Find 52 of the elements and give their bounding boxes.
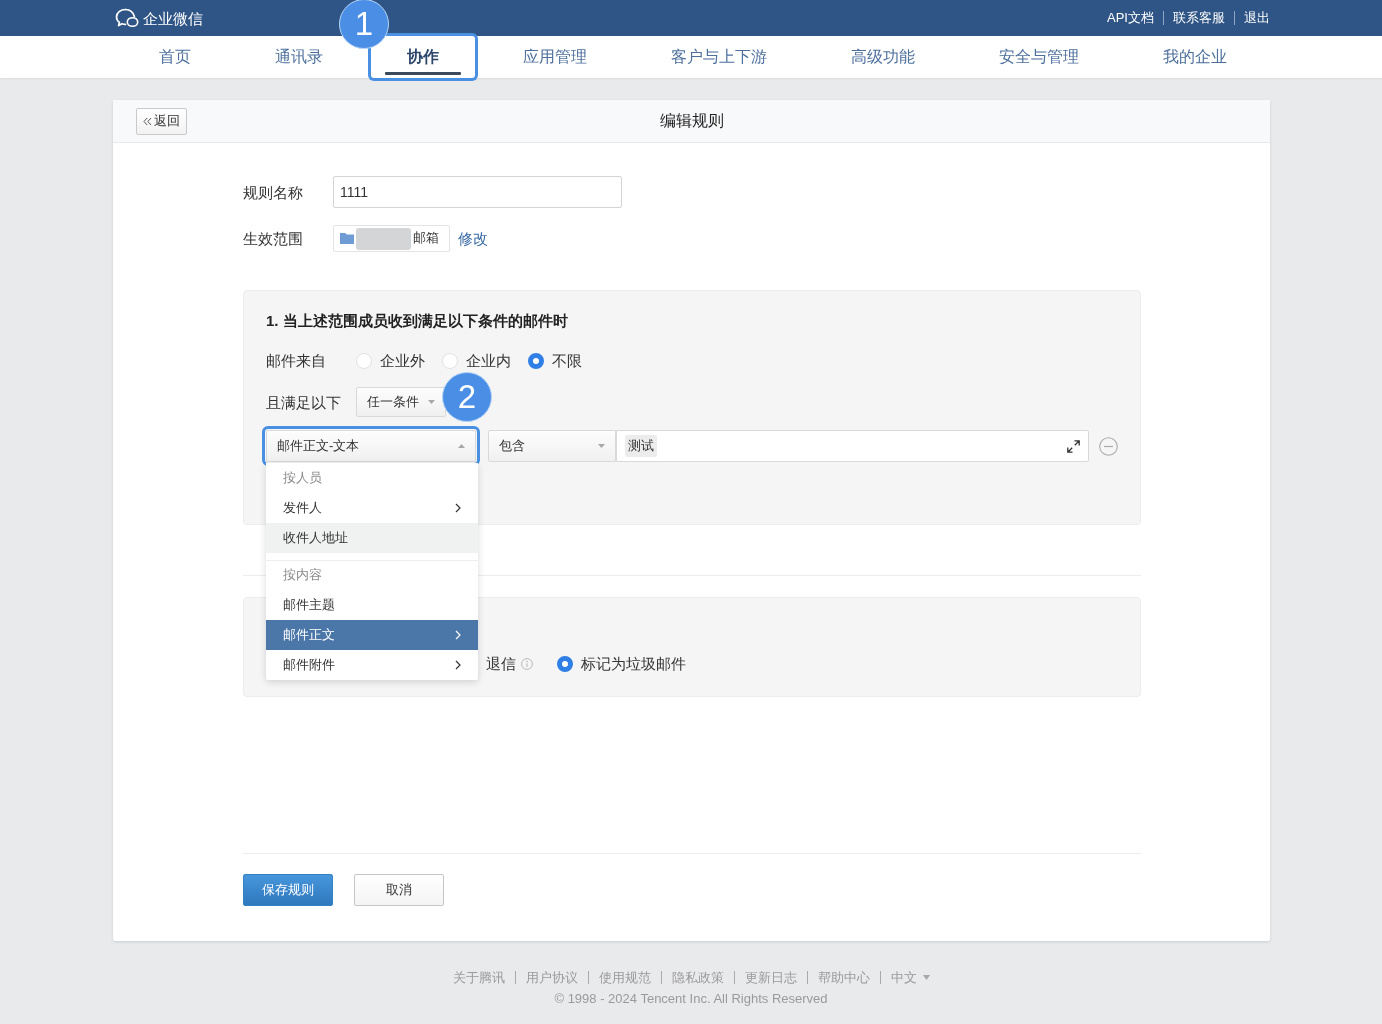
operator-select[interactable]: 包含 <box>488 430 616 462</box>
back-button[interactable]: 返回 <box>136 107 187 135</box>
caret-up-icon <box>458 444 465 448</box>
menu-item[interactable]: 收件人地址 <box>266 523 478 553</box>
radio-button[interactable] <box>528 352 544 369</box>
radio-label[interactable]: 企业外 <box>380 350 425 371</box>
menu-item[interactable]: 邮件主题 <box>266 590 478 620</box>
field-label: 且满足以下 <box>266 392 342 413</box>
value-tag[interactable]: 测试 <box>624 435 657 457</box>
field-label: 邮件来自 <box>266 351 327 371</box>
scope-value: 邮箱 <box>413 229 439 248</box>
radio-button[interactable] <box>557 655 573 672</box>
nav-tab[interactable]: 客户与上下游 <box>635 36 803 78</box>
callout-marker: 2 <box>442 372 492 422</box>
value-field[interactable]: 测试 <box>615 430 1089 462</box>
chat-bubbles-icon <box>115 8 140 28</box>
menu-item[interactable]: 邮件正文 <box>266 620 478 650</box>
header-link[interactable]: API文档 <box>1098 11 1163 25</box>
radio-label[interactable]: 不限 <box>552 350 582 371</box>
nav-tab[interactable]: 安全与管理 <box>963 36 1115 78</box>
header-link[interactable]: 退出 <box>1234 11 1270 25</box>
page-title: 编辑规则 <box>659 110 724 131</box>
caret-down-icon <box>922 975 930 980</box>
logo-text: 企业微信 <box>143 8 203 29</box>
field-label: 生效范围 <box>243 229 304 249</box>
remove-circle-icon[interactable] <box>1099 436 1118 456</box>
nav-tab[interactable]: 应用管理 <box>487 36 623 78</box>
nav-tab[interactable]: 高级功能 <box>815 36 951 78</box>
nav-tab[interactable]: 我的企业 <box>1127 36 1263 78</box>
caret-down-icon <box>428 400 435 404</box>
option-label[interactable]: 退信 <box>486 653 516 674</box>
menu-item[interactable]: 邮件附件 <box>266 650 478 680</box>
rule-name-input[interactable]: 1111 <box>333 176 622 208</box>
match-select[interactable]: 任一条件 <box>356 387 446 417</box>
expand-icon[interactable] <box>1067 439 1080 453</box>
edit-link[interactable]: 修改 <box>458 228 488 249</box>
caret-down-icon <box>597 444 605 448</box>
menu-group-header: 按内容 <box>266 560 478 590</box>
cancel-button[interactable]: 取消 <box>354 874 444 906</box>
copyright-text: © 1998 - 2024 Tencent Inc. All Rights Reserved <box>553 990 829 1008</box>
menu-group-header: 按人员 <box>282 468 323 487</box>
save-button[interactable]: 保存规则 <box>243 874 333 906</box>
nav-tab[interactable]: 首页 <box>123 36 227 78</box>
radio-label[interactable]: 标记为垃圾邮件 <box>581 653 686 674</box>
menu-item[interactable]: 发件人 <box>266 493 478 523</box>
callout-marker: 1 <box>339 0 389 49</box>
double-chevron-icon <box>143 116 152 126</box>
section-heading: 1. 当上述范围成员收到满足以下条件的邮件时 <box>266 311 569 331</box>
radio-label[interactable]: 企业内 <box>466 350 511 371</box>
field-label: 规则名称 <box>243 182 304 203</box>
folder-icon <box>340 233 354 244</box>
header-link[interactable]: 联系客服 <box>1163 11 1234 25</box>
